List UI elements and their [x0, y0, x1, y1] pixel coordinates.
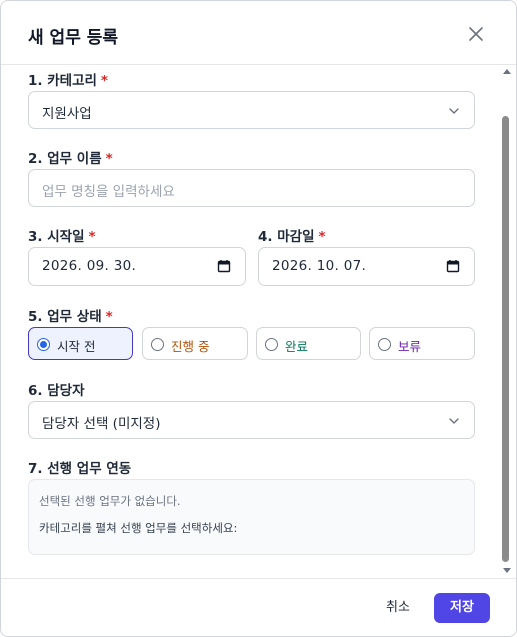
assignee-label: 6. 담당자 [28, 379, 85, 399]
modal-title: 새 업무 등록 [28, 28, 119, 48]
close-button[interactable] [466, 24, 486, 44]
category-value: 지원사업 [42, 106, 92, 122]
cancel-button[interactable]: 취소 [373, 593, 423, 623]
required-mark: * [100, 73, 108, 89]
status-label: 5. 업무 상태 * [28, 305, 113, 325]
predecessor-empty-text: 선택된 선행 업무가 없습니다. [39, 494, 181, 508]
assignee-select[interactable]: 담당자 선택 (미지정) [28, 401, 475, 439]
due-date-label: 4. 마감일 * [258, 225, 326, 245]
required-mark: * [105, 309, 113, 325]
status-option-label: 보류 [398, 339, 422, 354]
calendar-icon[interactable] [446, 259, 460, 273]
predecessor-label: 7. 선행 업무 연동 [28, 457, 131, 477]
due-date-label-text: 마감일 [277, 229, 315, 245]
task-name-placeholder: 업무 명칭을 입력하세요 [42, 184, 175, 200]
category-select[interactable]: 지원사업 [28, 91, 475, 129]
required-mark: * [88, 229, 96, 245]
status-number: 5. [28, 309, 43, 325]
required-mark: * [318, 229, 326, 245]
status-option-on-hold[interactable]: 보류 [369, 327, 475, 360]
status-option-label: 완료 [285, 339, 309, 354]
modal-footer: 취소 저장 [1, 578, 516, 636]
status-option-in-progress[interactable]: 진행 중 [142, 327, 248, 360]
predecessor-panel: 선택된 선행 업무가 없습니다. 카테고리를 펼쳐 선행 업무를 선택하세요: [28, 479, 475, 555]
radio-dot [151, 338, 164, 351]
scrollbar-thumb[interactable] [502, 116, 509, 562]
new-task-modal: 새 업무 등록 1. 카테고리 * 지원사업 2. 업무 이름 * 업무 명칭을 입… [0, 0, 517, 637]
calendar-icon[interactable] [217, 259, 231, 273]
scroll-down-arrow-icon[interactable] [503, 568, 511, 573]
due-date-value: 2026. 10. 07. [272, 258, 367, 274]
status-option-label: 진행 중 [171, 339, 210, 354]
start-date-input[interactable]: 2026. 09. 30. [28, 247, 246, 286]
due-date-input[interactable]: 2026. 10. 07. [258, 247, 475, 286]
status-label-text: 업무 상태 [47, 309, 102, 325]
save-button[interactable]: 저장 [434, 593, 490, 623]
scroll-up-arrow-icon[interactable] [503, 69, 511, 74]
task-name-number: 2. [28, 151, 43, 167]
category-label: 1. 카테고리 * [28, 69, 108, 89]
start-date-label-text: 시작일 [47, 229, 85, 245]
predecessor-label-text: 선행 업무 연동 [47, 461, 132, 477]
task-name-label: 2. 업무 이름 * [28, 147, 113, 167]
close-icon [469, 27, 483, 41]
assignee-label-text: 담당자 [47, 383, 85, 399]
radio-dot [37, 338, 50, 351]
chevron-down-icon [449, 108, 459, 114]
status-option-done[interactable]: 완료 [256, 327, 361, 360]
required-mark: * [105, 151, 113, 167]
radio-dot [378, 338, 391, 351]
due-date-number: 4. [258, 229, 273, 245]
modal-body: 1. 카테고리 * 지원사업 2. 업무 이름 * 업무 명칭을 입력하세요 3. … [1, 66, 499, 578]
modal-header: 새 업무 등록 [1, 1, 516, 65]
vertical-scrollbar[interactable] [500, 66, 513, 578]
start-date-value: 2026. 09. 30. [42, 258, 137, 274]
predecessor-number: 7. [28, 461, 43, 477]
task-name-label-text: 업무 이름 [47, 151, 102, 167]
category-number: 1. [28, 73, 43, 89]
start-date-label: 3. 시작일 * [28, 225, 96, 245]
assignee-number: 6. [28, 383, 43, 399]
assignee-value: 담당자 선택 (미지정) [42, 416, 161, 432]
chevron-down-icon [449, 418, 459, 424]
status-option-label: 시작 전 [57, 339, 96, 354]
start-date-number: 3. [28, 229, 43, 245]
task-name-input[interactable]: 업무 명칭을 입력하세요 [28, 169, 475, 207]
radio-dot [265, 338, 278, 351]
predecessor-hint-text: 카테고리를 펼쳐 선행 업무를 선택하세요: [39, 521, 238, 535]
category-label-text: 카테고리 [47, 73, 97, 89]
status-option-not-started[interactable]: 시작 전 [28, 327, 133, 360]
